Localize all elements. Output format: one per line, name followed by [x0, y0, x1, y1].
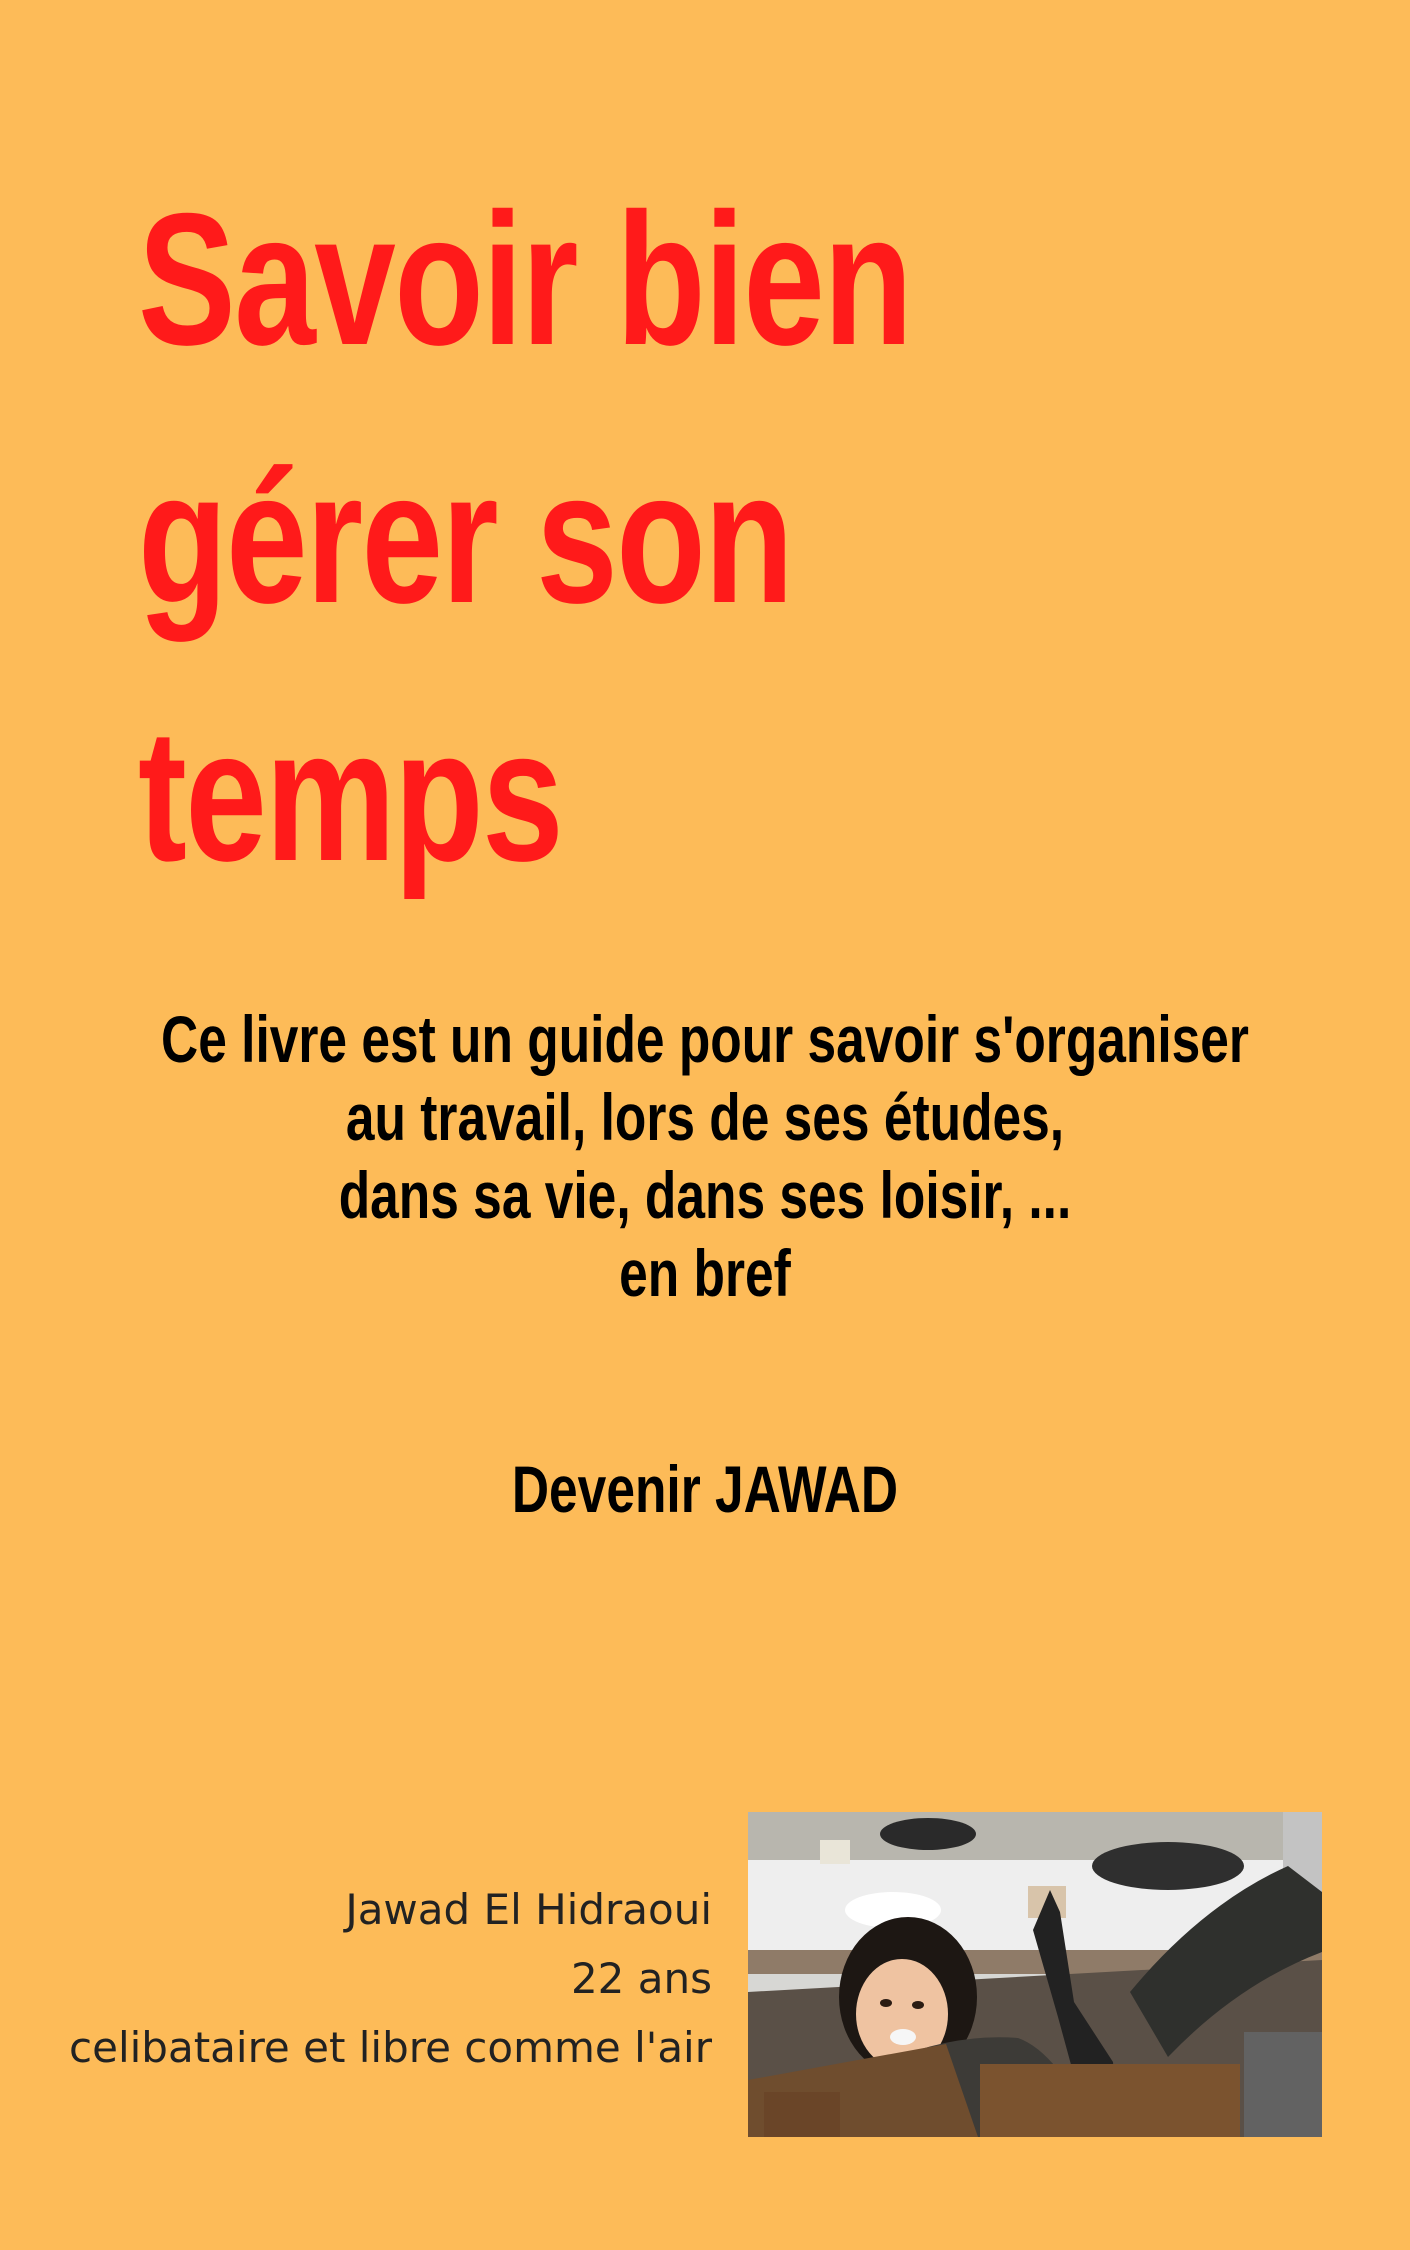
- book-tagline: Devenir JAWAD: [511, 1452, 899, 1526]
- book-title: Savoir bien gérer son temps: [138, 150, 996, 924]
- description-line-2: au travail, lors de ses études,: [345, 1080, 1065, 1154]
- description-line-4: en bref: [619, 1236, 791, 1310]
- author-status: celibataire et libre comme l'air: [69, 2023, 712, 2072]
- author-age: 22 ans: [570, 1954, 712, 2003]
- title-line-3: temps: [138, 690, 564, 900]
- author-info: Jawad El Hidraoui 22 ans celibataire et …: [32, 1875, 712, 2082]
- book-cover: Savoir bien gérer son temps Ce livre est…: [0, 0, 1410, 2250]
- book-description: Ce livre est un guide pour savoir s'orga…: [0, 1000, 1410, 1312]
- author-name: Jawad El Hidraoui: [345, 1885, 712, 1934]
- description-line-3: dans sa vie, dans ses loisir, ...: [338, 1158, 1072, 1232]
- title-line-1: Savoir bien: [138, 174, 913, 384]
- title-line-2: gérer son: [138, 432, 794, 642]
- author-photo: [748, 1812, 1322, 2137]
- description-line-1: Ce livre est un guide pour savoir s'orga…: [161, 1002, 1249, 1076]
- author-photo-illustration: [748, 1812, 1322, 2137]
